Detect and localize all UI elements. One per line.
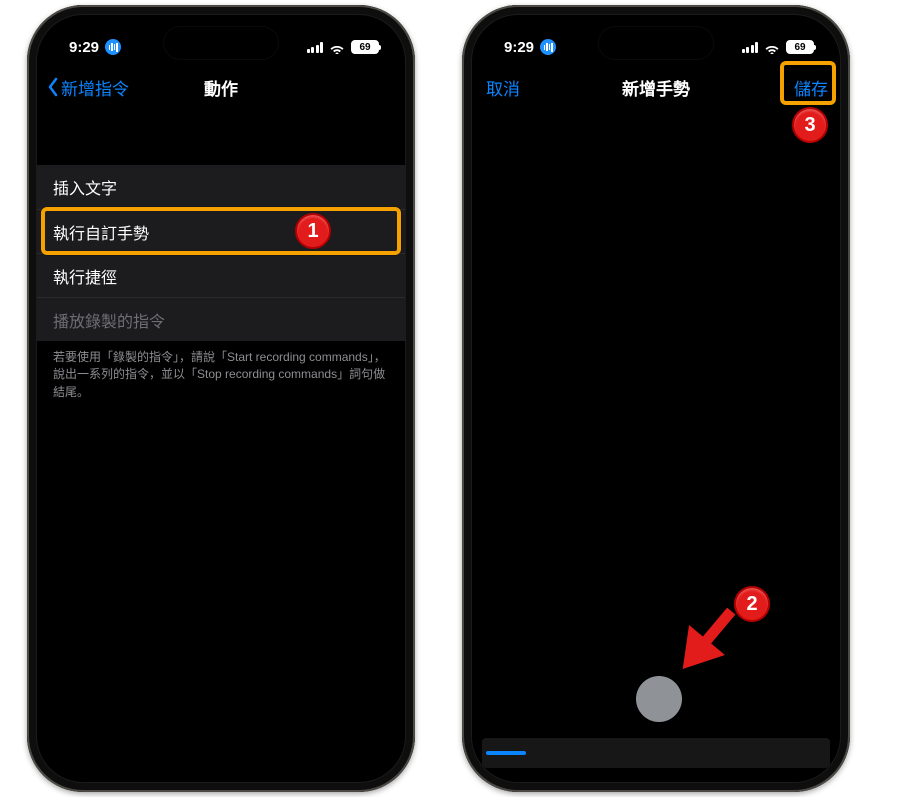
nav-bar: 新增指令 動作 xyxy=(37,65,405,109)
phone-right: 9:29 69 取消 新增手勢 儲存 xyxy=(462,5,850,792)
chevron-left-icon xyxy=(47,77,59,97)
cellular-icon xyxy=(307,42,324,53)
save-label: 儲存 xyxy=(794,75,828,100)
siri-icon xyxy=(105,39,121,55)
cancel-label: 取消 xyxy=(486,75,520,100)
gesture-timeline-progress xyxy=(486,751,526,755)
wifi-icon xyxy=(329,41,345,53)
screen-left: 9:29 69 新增指令 動作 xyxy=(37,15,405,782)
row-play-recorded: 播放錄製的指令 xyxy=(37,297,405,341)
back-button[interactable]: 新增指令 xyxy=(47,65,129,109)
cancel-button[interactable]: 取消 xyxy=(486,65,520,109)
row-insert-text[interactable]: 插入文字 xyxy=(37,165,405,209)
save-button[interactable]: 儲存 xyxy=(794,65,828,109)
phone-left: 9:29 69 新增指令 動作 xyxy=(27,5,415,792)
dynamic-island xyxy=(599,27,713,59)
page-title: 動作 xyxy=(204,75,238,100)
action-list: 插入文字 執行自訂手勢 執行捷徑 播放錄製的指令 若要使用「錄製的指令」，請說「… xyxy=(37,165,405,401)
siri-icon xyxy=(540,39,556,55)
status-time: 9:29 xyxy=(504,39,534,56)
page-title: 新增手勢 xyxy=(622,75,690,100)
battery-icon: 69 xyxy=(786,40,814,54)
badge-2: 2 xyxy=(734,586,770,622)
gesture-timeline[interactable] xyxy=(482,738,830,768)
footer-note: 若要使用「錄製的指令」，請說「Start recording commands」… xyxy=(37,341,405,401)
back-label: 新增指令 xyxy=(61,75,129,100)
nav-bar: 取消 新增手勢 儲存 xyxy=(472,65,840,109)
battery-icon: 69 xyxy=(351,40,379,54)
gesture-record-area[interactable] xyxy=(472,109,840,782)
row-run-shortcut[interactable]: 執行捷徑 xyxy=(37,253,405,297)
dynamic-island xyxy=(164,27,278,59)
row-custom-gesture[interactable]: 執行自訂手勢 xyxy=(37,209,405,253)
screen-right: 9:29 69 取消 新增手勢 儲存 xyxy=(472,15,840,782)
badge-1: 1 xyxy=(295,213,331,249)
wifi-icon xyxy=(764,41,780,53)
status-time: 9:29 xyxy=(69,39,99,56)
badge-3: 3 xyxy=(792,107,828,143)
cellular-icon xyxy=(742,42,759,53)
